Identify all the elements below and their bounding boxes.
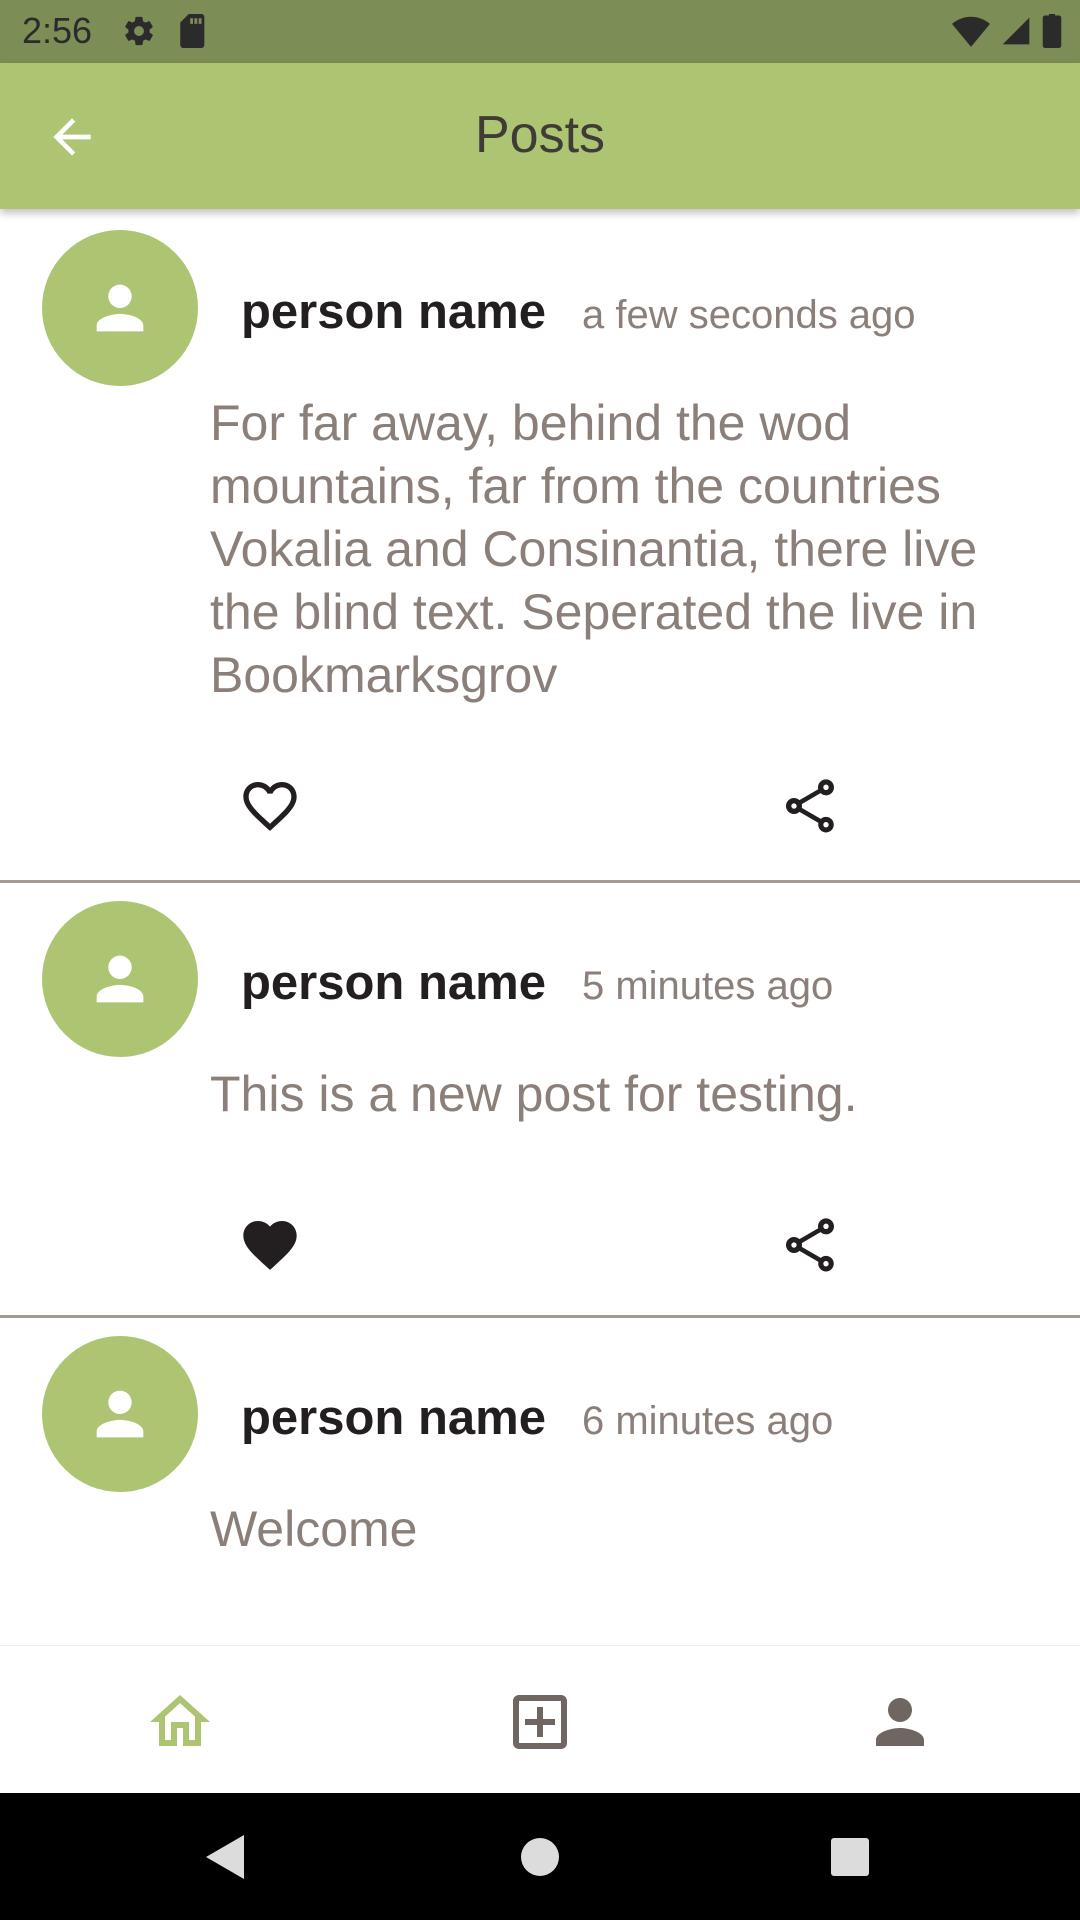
- nav-home-button[interactable]: [144, 1686, 216, 1758]
- share-icon: [786, 779, 834, 833]
- avatar[interactable]: [42, 230, 198, 386]
- post-feed[interactable]: person name a few seconds ago For far aw…: [0, 212, 1080, 1644]
- add-box-icon: [513, 1695, 567, 1749]
- author-name[interactable]: person name: [241, 284, 546, 340]
- share-button[interactable]: [778, 1213, 842, 1277]
- heart-filled-icon: [243, 1221, 297, 1270]
- avatar[interactable]: [42, 901, 198, 1057]
- nav-add-post-button[interactable]: [504, 1686, 576, 1758]
- page-title: Posts: [474, 106, 606, 164]
- share-button[interactable]: [778, 774, 842, 838]
- person-icon: [876, 1698, 924, 1746]
- sd-card-icon: [178, 14, 208, 53]
- post-item: person name a few seconds ago For far aw…: [0, 212, 1080, 883]
- post-item: person name 6 minutes ago Welcome: [0, 1318, 1080, 1644]
- system-home-button[interactable]: [520, 1837, 560, 1882]
- post-text: Welcome: [210, 1501, 418, 1557]
- post-text: For far away, behind the wod mountains, …: [210, 395, 978, 703]
- post-timestamp: 6 minutes ago: [581, 1399, 834, 1443]
- like-button[interactable]: [238, 774, 302, 838]
- signal-icon: [1000, 15, 1032, 52]
- person-icon: [96, 955, 144, 1003]
- home-icon: [150, 1695, 210, 1746]
- circle-home-icon: [521, 1838, 559, 1876]
- post-timestamp: a few seconds ago: [581, 293, 916, 337]
- bottom-navigation: [0, 1645, 1080, 1794]
- system-back-button[interactable]: [204, 1833, 246, 1886]
- battery-icon: [1042, 14, 1062, 53]
- system-recents-button[interactable]: [830, 1837, 870, 1882]
- avatar[interactable]: [42, 1336, 198, 1492]
- app-bar: Posts: [0, 63, 1080, 209]
- triangle-back-icon: [206, 1835, 244, 1879]
- author-name[interactable]: person name: [241, 955, 546, 1011]
- nav-profile-button[interactable]: [864, 1686, 936, 1758]
- share-icon: [786, 1218, 834, 1272]
- status-bar: 2:56: [0, 0, 1080, 63]
- post-timestamp: 5 minutes ago: [581, 964, 834, 1008]
- square-recents-icon: [831, 1838, 869, 1876]
- system-navigation-bar: [0, 1793, 1080, 1920]
- person-icon: [96, 284, 144, 332]
- wifi-icon: [952, 15, 990, 52]
- author-name[interactable]: person name: [241, 1390, 546, 1446]
- heart-outline-icon: [243, 782, 297, 831]
- settings-icon: [122, 14, 156, 53]
- post-text: This is a new post for testing.: [210, 1066, 858, 1122]
- post-item: person name 5 minutes ago This is a new …: [0, 883, 1080, 1318]
- person-icon: [96, 1390, 144, 1438]
- like-button[interactable]: [238, 1213, 302, 1277]
- status-time: 2:56: [22, 10, 93, 51]
